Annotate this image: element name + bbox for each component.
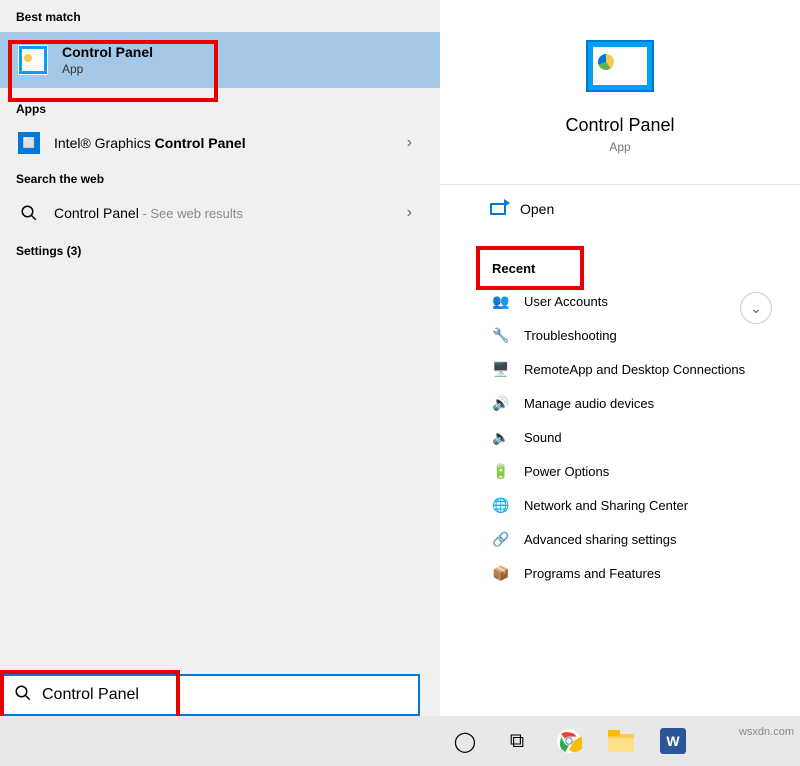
search-results-panel: Best match Control Panel App Apps ⬜ Inte… xyxy=(0,0,440,716)
recent-item-label: Troubleshooting xyxy=(524,328,617,343)
recent-item-icon: 📦 xyxy=(492,564,510,582)
recent-item-icon: 👥 xyxy=(492,292,510,310)
recent-item-label: Programs and Features xyxy=(524,566,661,581)
chevron-right-icon[interactable]: › xyxy=(397,204,422,222)
open-label: Open xyxy=(520,201,554,217)
open-icon xyxy=(490,203,506,215)
expand-chevron-icon[interactable]: ⌄ xyxy=(740,292,772,324)
section-search-web: Search the web xyxy=(0,162,440,194)
best-match-subtitle: App xyxy=(62,62,153,76)
detail-title: Control Panel xyxy=(440,115,800,136)
cortana-icon[interactable]: ◯ xyxy=(450,726,480,756)
recent-item-icon: 🖥️ xyxy=(492,360,510,378)
search-input-value: Control Panel xyxy=(42,686,139,704)
recent-item-icon: 🔊 xyxy=(492,394,510,412)
recent-item[interactable]: 🌐 Network and Sharing Center xyxy=(486,488,800,522)
section-settings[interactable]: Settings (3) xyxy=(0,232,440,266)
recent-item-label: Manage audio devices xyxy=(524,396,654,411)
recent-item[interactable]: 🔊 Manage audio devices xyxy=(486,386,800,420)
intel-graphics-icon: ⬜ xyxy=(18,132,40,154)
control-panel-large-icon xyxy=(586,40,654,92)
control-panel-icon xyxy=(18,45,48,75)
taskbar: ◯ ⧉ W xyxy=(0,716,800,766)
recent-item[interactable]: 🔗 Advanced sharing settings xyxy=(486,522,800,556)
section-apps: Apps xyxy=(0,88,440,124)
search-icon xyxy=(14,684,32,707)
web-search-item[interactable]: Control Panel - See web results › xyxy=(0,194,440,232)
recent-item-icon: 🔋 xyxy=(492,462,510,480)
recent-list: 👥 User Accounts 🔧 Troubleshooting 🖥️ RemoteAp… xyxy=(440,284,800,590)
svg-text:W: W xyxy=(666,733,680,749)
recent-item-icon: 🔗 xyxy=(492,530,510,548)
recent-item[interactable]: 🔈 Sound xyxy=(486,420,800,454)
search-input-box[interactable]: Control Panel xyxy=(2,674,420,716)
recent-item-label: Power Options xyxy=(524,464,609,479)
recent-item[interactable]: 🖥️ RemoteApp and Desktop Connections xyxy=(486,352,800,386)
recent-item-icon: 🔧 xyxy=(492,326,510,344)
open-action[interactable]: Open xyxy=(440,185,800,233)
recent-item-label: RemoteApp and Desktop Connections xyxy=(524,362,745,377)
chevron-right-icon[interactable]: › xyxy=(397,134,422,152)
recent-item-icon: 🔈 xyxy=(492,428,510,446)
recent-item-label: Advanced sharing settings xyxy=(524,532,676,547)
chrome-icon[interactable] xyxy=(554,726,584,756)
file-explorer-icon[interactable] xyxy=(606,726,636,756)
web-item-label: Control Panel - See web results xyxy=(54,205,397,221)
detail-panel: Control Panel App Open Recent 👥 User Acco… xyxy=(440,0,800,716)
task-view-icon[interactable]: ⧉ xyxy=(502,726,532,756)
recent-item-label: Network and Sharing Center xyxy=(524,498,688,513)
recent-item[interactable]: 🔋 Power Options xyxy=(486,454,800,488)
watermark: wsxdn.com xyxy=(739,726,794,738)
best-match-item[interactable]: Control Panel App xyxy=(0,32,440,88)
recent-item-label: Sound xyxy=(524,430,562,445)
recent-item-label: User Accounts xyxy=(524,294,608,309)
detail-subtitle: App xyxy=(440,140,800,154)
search-icon xyxy=(18,202,40,224)
app-item-intel-graphics[interactable]: ⬜ Intel® Graphics Control Panel › xyxy=(0,124,440,162)
recent-item-icon: 🌐 xyxy=(492,496,510,514)
recent-item[interactable]: 📦 Programs and Features xyxy=(486,556,800,590)
section-best-match: Best match xyxy=(0,0,440,32)
recent-heading: Recent xyxy=(440,233,800,284)
best-match-title: Control Panel xyxy=(62,44,153,60)
app-item-label: Intel® Graphics Control Panel xyxy=(54,135,397,151)
word-icon[interactable]: W xyxy=(658,726,688,756)
